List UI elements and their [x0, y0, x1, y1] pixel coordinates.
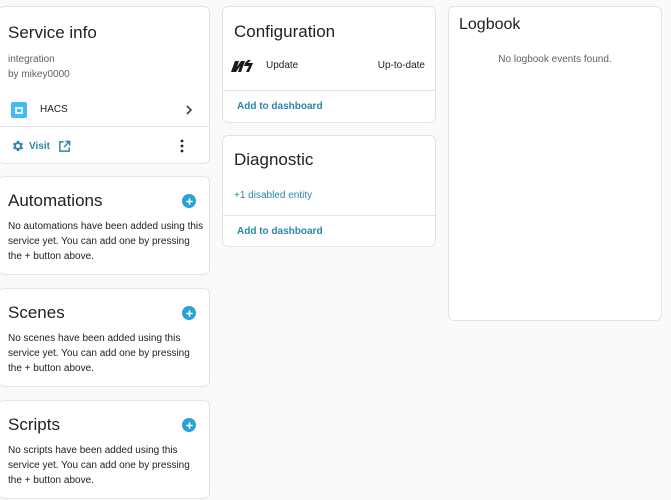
- automations-card: Automations No automations have been add…: [0, 176, 210, 275]
- add-scene-button[interactable]: [182, 306, 196, 320]
- integration-name: HACS: [40, 104, 68, 115]
- diagnostic-add-to-dashboard-button[interactable]: Add to dashboard: [237, 226, 323, 237]
- scenes-card: Scenes No scenes have been added using t…: [0, 288, 210, 387]
- update-logo-icon: [229, 59, 255, 73]
- chevron-right-icon: [183, 103, 195, 121]
- diagnostic-card: Diagnostic +1 disabled entity Add to das…: [222, 135, 436, 247]
- hacs-integration-row[interactable]: HACS: [0, 97, 209, 127]
- add-automation-button[interactable]: [182, 194, 196, 208]
- configuration-add-to-dashboard-button[interactable]: Add to dashboard: [237, 101, 323, 112]
- hacs-icon: [11, 102, 27, 118]
- disabled-entity-link[interactable]: +1 disabled entity: [234, 190, 312, 201]
- service-info-title: Service info: [8, 23, 97, 42]
- logbook-card: Logbook No logbook events found.: [448, 6, 662, 321]
- diagnostic-divider: [223, 215, 435, 216]
- update-entity-state: Up-to-date: [377, 60, 425, 71]
- visit-label: Visit: [29, 140, 50, 152]
- configuration-card: Configuration Update Up-to-date Add to d…: [222, 6, 436, 123]
- plus-icon: [185, 421, 193, 429]
- scripts-card: Scripts No scripts have been added using…: [0, 400, 210, 499]
- diagnostic-title: Diagnostic: [234, 150, 314, 169]
- plus-icon: [185, 197, 193, 205]
- configuration-title: Configuration: [234, 22, 336, 41]
- visit-link[interactable]: Visit: [11, 138, 71, 154]
- service-info-card: Service info integration by mikey0000 HA…: [0, 6, 210, 164]
- plus-icon: [185, 309, 193, 317]
- service-author: by mikey0000: [8, 69, 70, 80]
- gear-icon: [11, 139, 25, 153]
- configuration-divider: [223, 90, 435, 91]
- automations-empty-text: No automations have been added using thi…: [8, 221, 204, 262]
- scenes-empty-text: No scenes have been added using this ser…: [8, 333, 190, 374]
- service-info-divider: [0, 126, 209, 127]
- automations-title: Automations: [8, 191, 103, 210]
- scripts-empty-text: No scripts have been added using this se…: [8, 445, 190, 486]
- logbook-title: Logbook: [459, 16, 521, 33]
- update-entity-row[interactable]: Update Up-to-date: [223, 57, 435, 77]
- add-script-button[interactable]: [182, 418, 196, 432]
- open-in-new-icon: [58, 140, 71, 153]
- update-entity-name: Update: [266, 60, 299, 71]
- logbook-empty-text: No logbook events found.: [498, 54, 612, 65]
- scenes-title: Scenes: [8, 303, 65, 322]
- scripts-title: Scripts: [8, 415, 60, 434]
- service-type: integration: [8, 54, 55, 65]
- more-vertical-icon[interactable]: [179, 139, 185, 153]
